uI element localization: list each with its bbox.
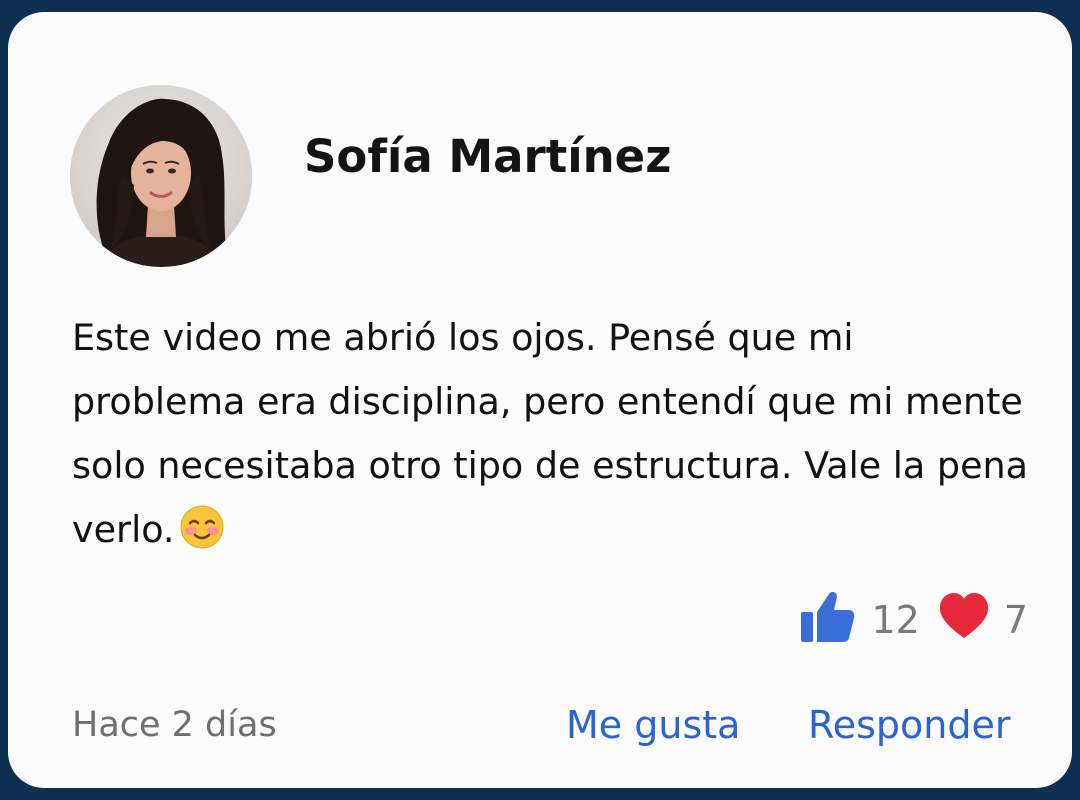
author-name[interactable]: Sofía Martínez [304, 130, 671, 183]
reply-button[interactable]: Responder [808, 703, 1010, 747]
avatar[interactable] [70, 85, 252, 267]
comment-body: Este video me abrió los ojos. Pensé que … [72, 306, 1032, 570]
like-button[interactable]: Me gusta [566, 703, 740, 747]
comment-card: Sofía Martínez Este video me abrió los o… [8, 12, 1072, 788]
profile-photo-icon [70, 85, 252, 267]
reaction-summary[interactable]: 12 7 [799, 590, 1028, 650]
smiling-face-with-blush-icon [179, 504, 225, 570]
thumbs-up-icon [799, 588, 855, 653]
love-count: 7 [1003, 598, 1028, 642]
heart-icon [938, 592, 990, 649]
timestamp: Hace 2 días [72, 705, 277, 745]
like-count: 12 [871, 598, 920, 642]
